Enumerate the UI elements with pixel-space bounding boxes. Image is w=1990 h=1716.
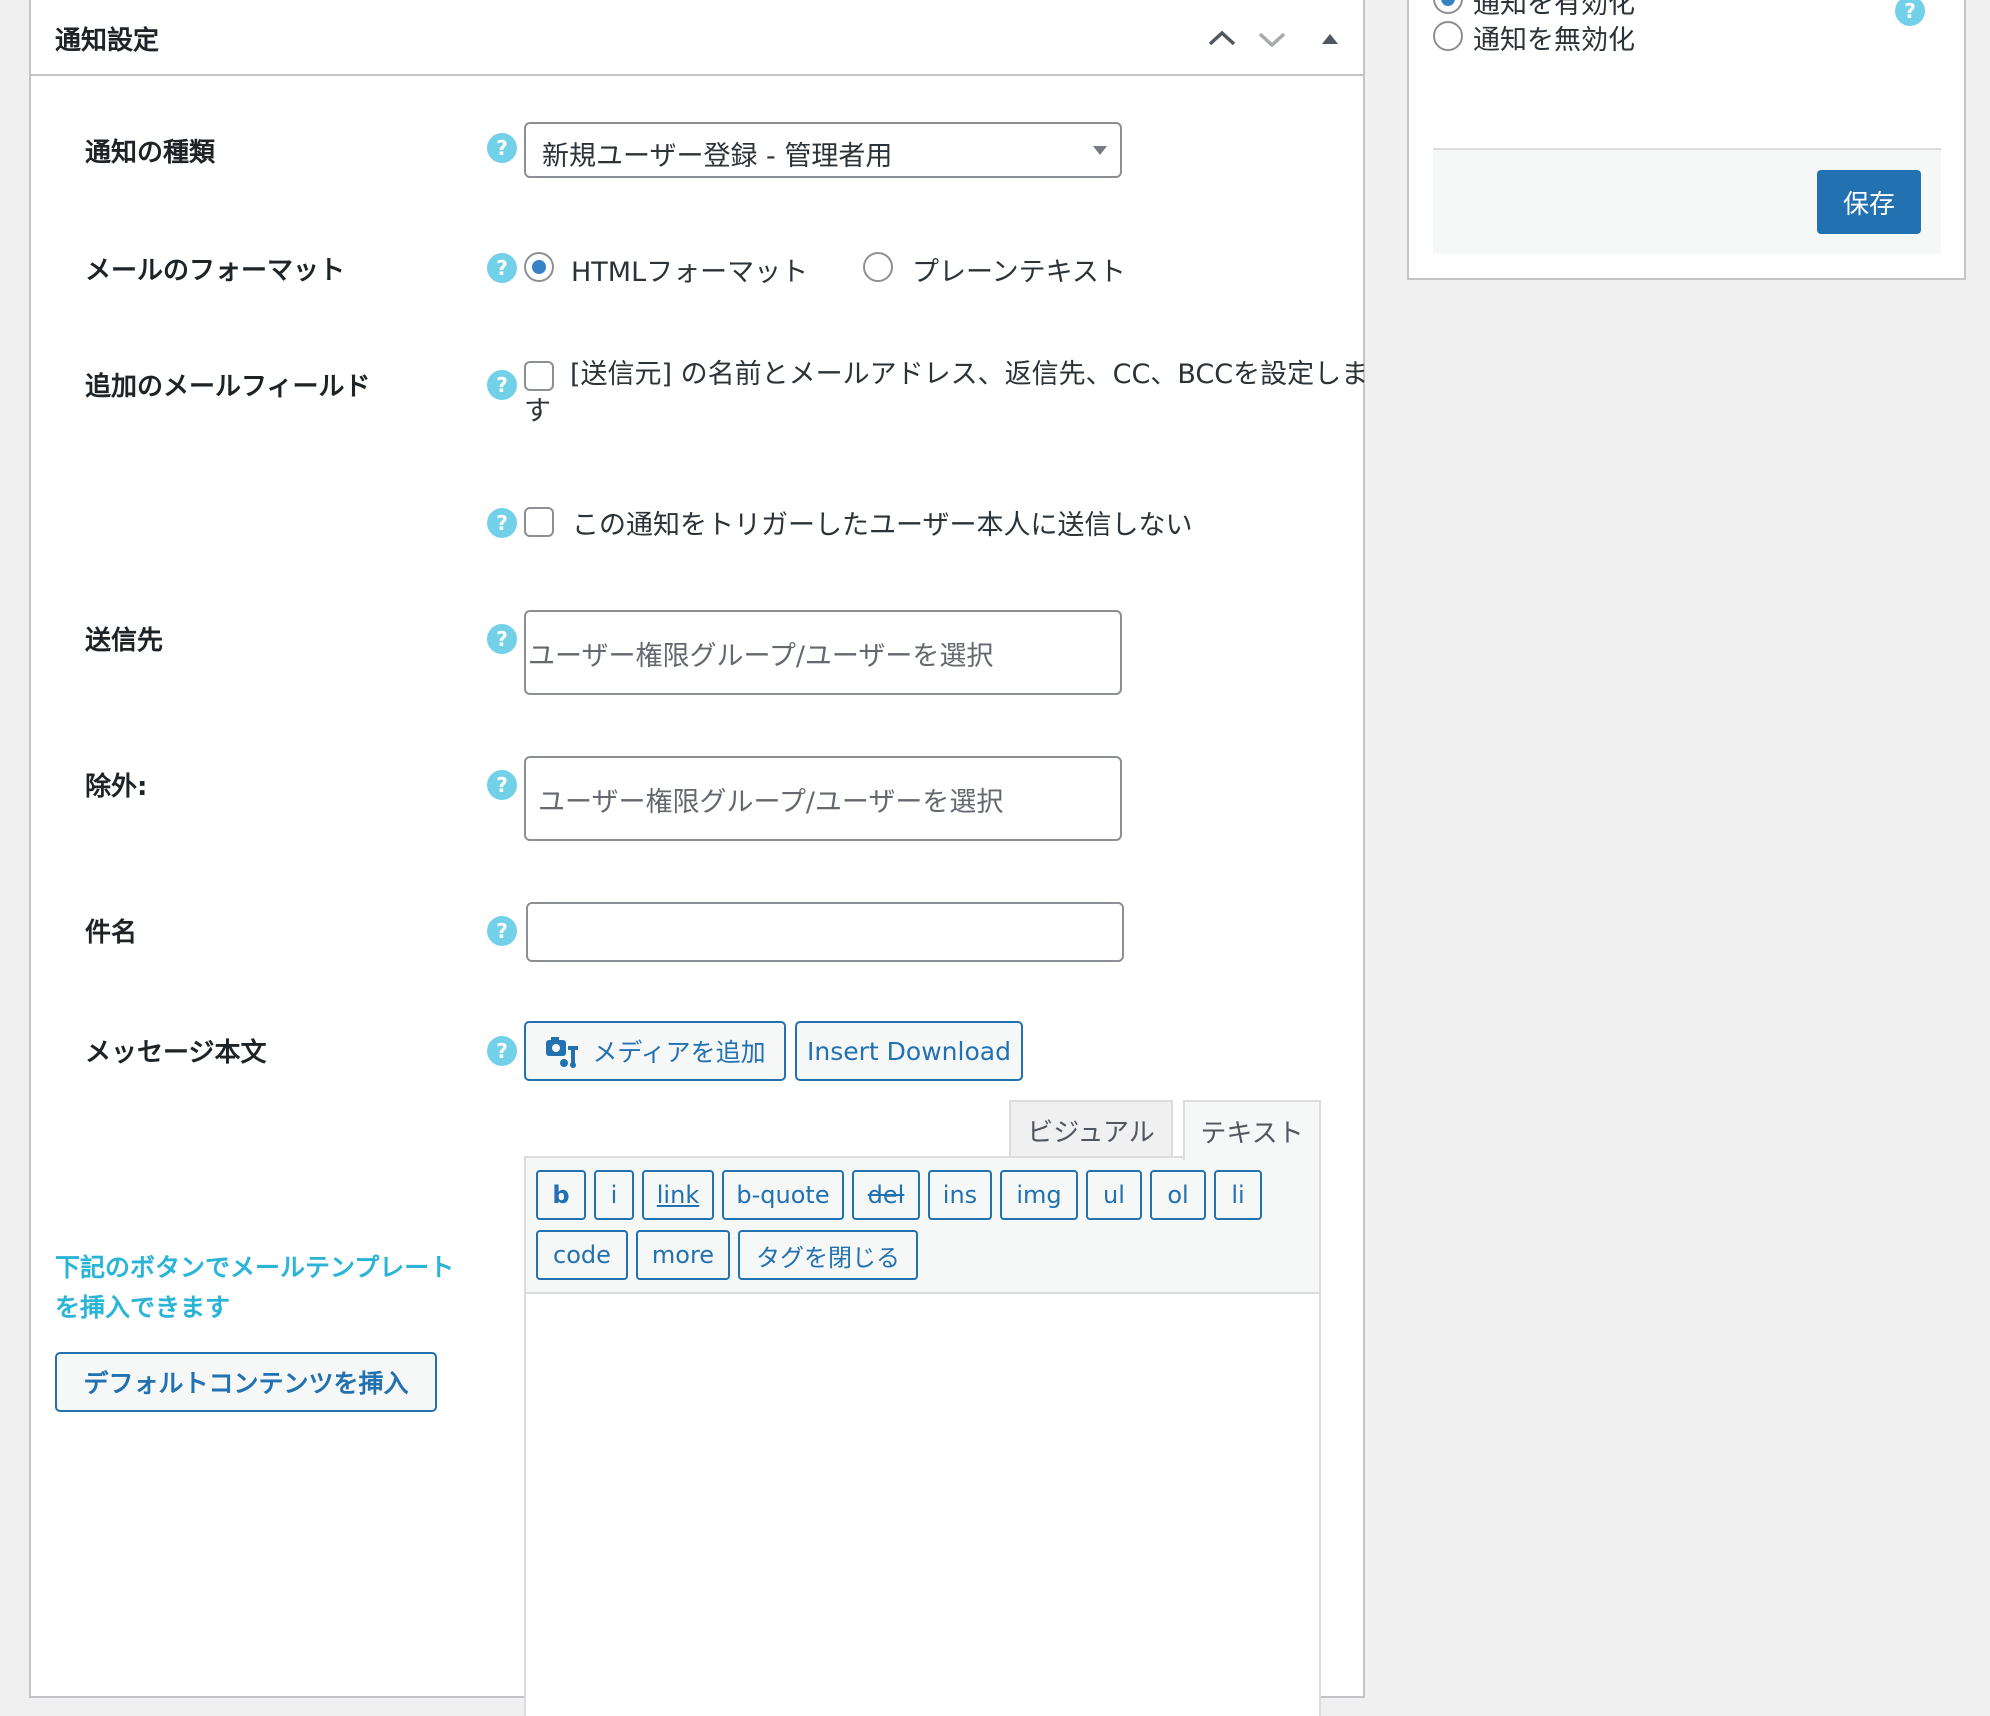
- toggle-panel-button[interactable]: [1313, 22, 1347, 56]
- quicktag-code[interactable]: code: [536, 1230, 628, 1280]
- dropdown-arrow-icon: [1093, 146, 1107, 155]
- triangle-up-icon: [1322, 34, 1338, 44]
- help-icon[interactable]: ?: [487, 624, 517, 654]
- help-icon[interactable]: ?: [487, 508, 517, 538]
- save-button[interactable]: 保存: [1817, 170, 1921, 234]
- format-plain-radio[interactable]: [863, 252, 893, 282]
- no-self-checkbox-label[interactable]: この通知をトリガーしたユーザー本人に送信しない: [572, 503, 1192, 542]
- quicktag-li[interactable]: li: [1214, 1170, 1262, 1220]
- help-icon[interactable]: ?: [487, 916, 517, 946]
- subject-label: 件名: [85, 918, 138, 948]
- template-hint: 下記のボタンでメールテンプレートを挿入できます: [55, 1253, 455, 1322]
- format-plain-label[interactable]: プレーンテキスト: [912, 250, 1126, 289]
- status-panel: 通知を有効化 通知を無効化 ? 保存: [1407, 0, 1966, 280]
- exclude-placeholder: ユーザー権限グループ/ユーザーを選択: [538, 787, 1004, 818]
- panel-header: 通知設定: [31, 0, 1363, 76]
- exclude-label: 除外:: [85, 772, 148, 802]
- quicktag-link[interactable]: link: [642, 1170, 714, 1220]
- quicktag-ol[interactable]: ol: [1150, 1170, 1206, 1220]
- panel-title: 通知設定: [55, 26, 160, 56]
- quicktag-b[interactable]: b: [536, 1170, 586, 1220]
- add-media-button[interactable]: メディアを追加: [524, 1021, 786, 1081]
- quicktag-ins[interactable]: ins: [928, 1170, 992, 1220]
- notification-type-label: 通知の種類: [85, 138, 216, 168]
- enable-radio[interactable]: [1433, 0, 1463, 14]
- format-html-radio[interactable]: [524, 252, 554, 282]
- notification-type-select[interactable]: 新規ユーザー登録 - 管理者用: [524, 122, 1122, 178]
- format-html-label[interactable]: HTMLフォーマット: [571, 250, 808, 289]
- insert-download-button[interactable]: Insert Download: [795, 1021, 1023, 1081]
- notification-settings-panel: 通知設定 通知の種類 ? 新規ユーザー登録 - 管理者用 メールのフォーマット …: [29, 0, 1368, 1716]
- disable-radio[interactable]: [1433, 21, 1463, 51]
- help-icon[interactable]: ?: [1895, 0, 1925, 26]
- quicktag-del[interactable]: del: [852, 1170, 920, 1220]
- help-icon[interactable]: ?: [487, 253, 517, 283]
- recipients-input[interactable]: ユーザー権限グループ/ユーザーを選択: [524, 610, 1122, 695]
- quicktag-img[interactable]: img: [1000, 1170, 1078, 1220]
- quicktag-more[interactable]: more: [636, 1230, 730, 1280]
- quicktag-ul[interactable]: ul: [1086, 1170, 1142, 1220]
- help-icon[interactable]: ?: [487, 370, 517, 400]
- chevron-down-icon: [1258, 32, 1286, 48]
- move-down-button[interactable]: [1255, 22, 1289, 56]
- extra-fields-label: 追加のメールフィールド: [85, 372, 371, 402]
- tab-visual[interactable]: ビジュアル: [1009, 1100, 1173, 1158]
- quicktag-b-quote[interactable]: b-quote: [722, 1170, 844, 1220]
- help-icon[interactable]: ?: [487, 133, 517, 163]
- insert-default-content-button[interactable]: デフォルトコンテンツを挿入: [55, 1352, 437, 1412]
- quicktag-close-tags[interactable]: タグを閉じる: [738, 1230, 918, 1280]
- disable-label[interactable]: 通知を無効化: [1473, 18, 1635, 57]
- message-body-textarea[interactable]: [526, 1296, 1319, 1716]
- mail-format-label: メールのフォーマット: [85, 256, 346, 286]
- quicktags-toolbar: b i link b-quote del ins img ul ol li co…: [526, 1158, 1319, 1294]
- extra-fields-checkbox-label[interactable]: [送信元] の名前とメールアドレス、返信先、CC、BCCを設定します: [524, 356, 1374, 430]
- help-icon[interactable]: ?: [487, 770, 517, 800]
- recipients-label: 送信先: [85, 626, 164, 656]
- subject-input[interactable]: [526, 902, 1124, 962]
- editor-container: b i link b-quote del ins img ul ol li co…: [524, 1156, 1321, 1716]
- message-body-label: メッセージ本文: [85, 1038, 267, 1068]
- status-panel-footer: 保存: [1433, 148, 1941, 254]
- chevron-up-icon: [1208, 30, 1236, 46]
- exclude-input[interactable]: ユーザー権限グループ/ユーザーを選択: [524, 756, 1122, 841]
- tab-text[interactable]: テキスト: [1183, 1100, 1321, 1160]
- quicktag-i[interactable]: i: [594, 1170, 634, 1220]
- add-media-label: メディアを追加: [592, 1038, 766, 1067]
- recipients-placeholder: ユーザー権限グループ/ユーザーを選択: [528, 641, 994, 672]
- move-up-button[interactable]: [1205, 22, 1239, 56]
- notification-type-value: 新規ユーザー登録 - 管理者用: [542, 141, 893, 172]
- media-icon: [546, 1037, 579, 1068]
- no-self-checkbox[interactable]: [524, 507, 554, 537]
- help-icon[interactable]: ?: [487, 1036, 517, 1066]
